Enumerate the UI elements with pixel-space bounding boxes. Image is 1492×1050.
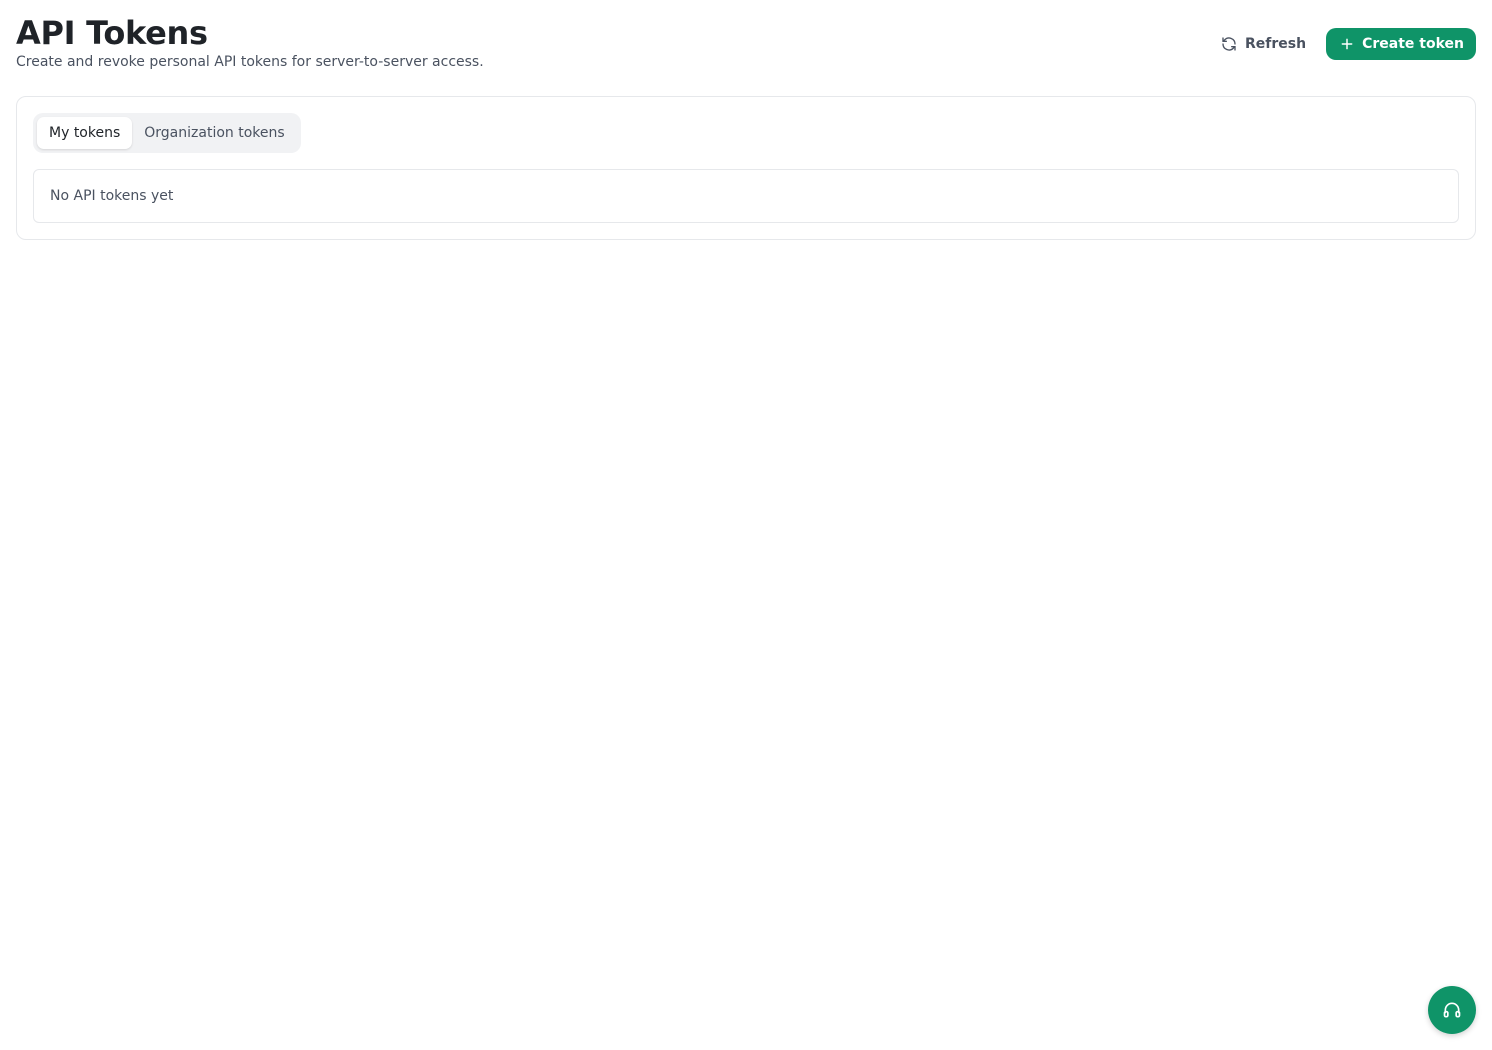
page-subtitle: Create and revoke personal API tokens fo… — [16, 54, 484, 70]
api-tokens-page: API Tokens Create and revoke personal AP… — [0, 0, 1492, 1050]
title-block: API Tokens Create and revoke personal AP… — [16, 16, 484, 71]
create-token-button-label: Create token — [1362, 36, 1464, 52]
create-token-button[interactable]: Create token — [1326, 28, 1476, 60]
token-tabs: My tokens Organization tokens — [33, 113, 301, 153]
page-header: API Tokens Create and revoke personal AP… — [16, 16, 1476, 96]
refresh-icon — [1221, 36, 1237, 52]
headset-icon — [1442, 1000, 1462, 1020]
empty-state: No API tokens yet — [33, 169, 1459, 223]
header-actions: Refresh Create token — [1213, 16, 1476, 60]
tokens-card: My tokens Organization tokens No API tok… — [16, 96, 1476, 240]
tab-organization-tokens[interactable]: Organization tokens — [132, 117, 296, 149]
tab-my-tokens[interactable]: My tokens — [37, 117, 133, 149]
refresh-button[interactable]: Refresh — [1213, 28, 1314, 60]
plus-icon — [1340, 37, 1354, 51]
empty-state-message: No API tokens yet — [50, 188, 174, 204]
refresh-button-label: Refresh — [1245, 36, 1307, 52]
page-title: API Tokens — [16, 14, 208, 52]
support-button[interactable] — [1428, 986, 1476, 1034]
